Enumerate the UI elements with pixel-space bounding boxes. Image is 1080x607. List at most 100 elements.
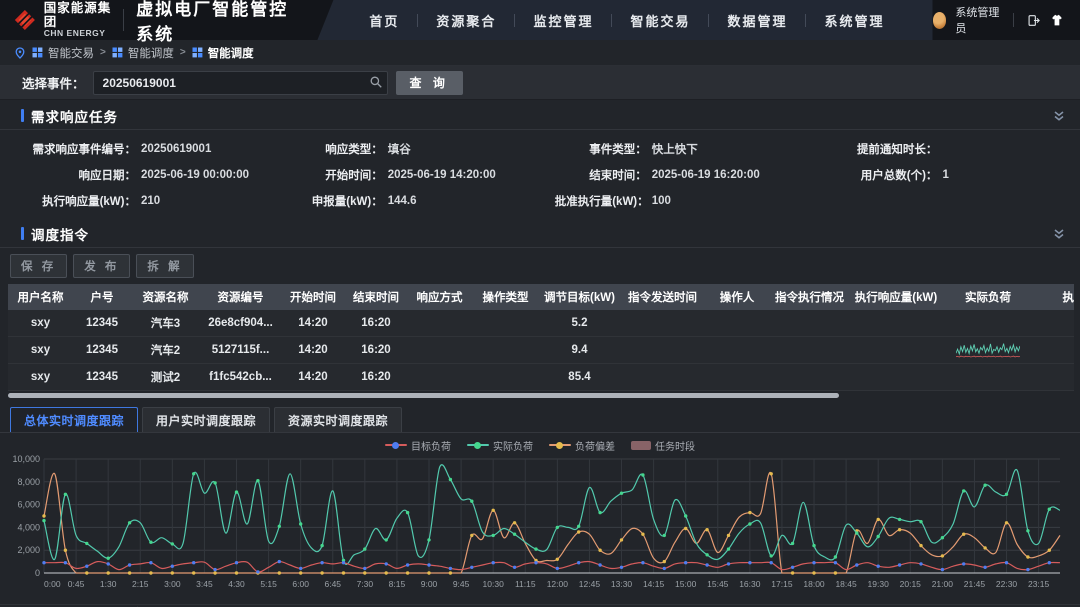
series-marker	[941, 568, 944, 571]
series-marker	[427, 571, 430, 574]
nav-item-6[interactable]: 系统管理	[806, 11, 902, 30]
nav-item-3[interactable]: 监控管理	[515, 11, 611, 30]
series-marker	[128, 571, 131, 574]
series-marker	[235, 490, 238, 493]
series-marker	[64, 493, 67, 496]
series-marker	[171, 542, 174, 545]
grid-icon	[32, 47, 43, 58]
app-title: 虚拟电厂智能管控系统	[136, 0, 299, 45]
grid-icon	[112, 47, 123, 58]
legend-item[interactable]: 任务时段	[631, 438, 695, 453]
table-row[interactable]: sxy12345汽车326e8cf904...14:2016:205.2	[8, 310, 1074, 337]
demand-field: 响应日期：2025-06-19 00:00:00	[8, 162, 287, 188]
collapse-demand-icon[interactable]	[1052, 109, 1066, 123]
series-marker	[748, 522, 751, 525]
series-marker	[812, 561, 815, 564]
x-axis-tick: 13:30	[611, 579, 633, 589]
legend-item[interactable]: 负荷偏差	[549, 438, 615, 453]
x-axis-tick: 14:15	[643, 579, 665, 589]
tab-tracking-2[interactable]: 用户实时调度跟踪	[142, 407, 270, 432]
series-marker	[663, 534, 666, 537]
demand-section-title: 需求响应任务	[31, 106, 118, 126]
series-marker	[598, 511, 601, 514]
series-marker	[620, 538, 623, 541]
decompose-button[interactable]: 拆 解	[136, 254, 193, 278]
table-cell: 测试2	[131, 364, 200, 390]
collapse-dispatch-icon[interactable]	[1052, 227, 1066, 241]
tracking-chart-panel: 目标负荷实际负荷负荷偏差任务时段 02,0004,0006,0008,00010…	[0, 433, 1080, 604]
series-marker	[1048, 549, 1051, 552]
table-row[interactable]: sxy12345汽车25127115f...14:2016:209.4	[8, 337, 1074, 364]
series-marker	[684, 561, 687, 564]
column-header: 调节目标(kW)	[539, 284, 620, 310]
legend-band-swatch	[631, 441, 651, 450]
user-name[interactable]: 系统管理员	[955, 4, 1000, 36]
save-button[interactable]: 保 存	[10, 254, 67, 278]
table-row[interactable]: sxy12345测试2f1fc542cb...14:2016:2085.4	[8, 364, 1074, 391]
table-cell	[769, 337, 850, 363]
legend-item[interactable]: 目标负荷	[385, 438, 451, 453]
y-axis-tick: 8,000	[17, 477, 40, 487]
nav-item-2[interactable]: 资源聚合	[418, 11, 514, 30]
series-marker	[213, 568, 216, 571]
table-cell	[705, 310, 769, 336]
brand: 国家能源集团 CHN ENERGY 虚拟电厂智能管控系统	[0, 0, 299, 45]
logout-icon[interactable]	[1027, 12, 1041, 29]
table-cell: 14:20	[281, 337, 345, 363]
series-marker	[213, 481, 216, 484]
nav-item-5[interactable]: 数据管理	[709, 11, 805, 30]
table-cell: 85.4	[539, 364, 620, 390]
section-accent-bar	[21, 109, 24, 122]
series-marker	[320, 571, 323, 574]
event-id-input[interactable]	[93, 71, 388, 95]
series-marker	[1048, 508, 1051, 511]
avatar[interactable]	[933, 12, 947, 29]
field-value: 2025-06-19 14:20:00	[388, 169, 496, 181]
query-button[interactable]: 查 询	[396, 71, 463, 95]
series-marker	[235, 561, 238, 564]
series-marker	[812, 571, 815, 574]
publish-button[interactable]: 发 布	[73, 254, 130, 278]
demand-field: 执行响应量(kW)：210	[8, 188, 287, 214]
series-marker	[941, 554, 944, 557]
table-cell	[769, 310, 850, 336]
series-marker	[663, 560, 666, 563]
legend-dot	[556, 442, 563, 449]
field-value: 100	[652, 195, 671, 207]
series-marker	[983, 566, 986, 569]
breadcrumb-item-3[interactable]: 智能调度	[192, 45, 254, 61]
series-marker	[42, 514, 45, 517]
tracking-tabs: 总体实时调度跟踪用户实时调度跟踪资源实时调度跟踪	[0, 400, 1080, 433]
field-label: 执行响应量(kW)：	[8, 193, 136, 209]
table-cell: sxy	[8, 364, 73, 390]
field-label: 响应日期：	[8, 167, 136, 183]
demand-field: 事件类型：快上快下	[555, 136, 834, 162]
nav-item-4[interactable]: 智能交易	[612, 11, 708, 30]
series-marker	[577, 530, 580, 533]
theme-shirt-icon[interactable]	[1050, 12, 1064, 29]
field-value: 填谷	[388, 141, 411, 157]
header-divider	[1013, 13, 1014, 27]
series-marker	[598, 563, 601, 566]
x-axis-tick: 15:00	[675, 579, 697, 589]
tab-tracking-3[interactable]: 资源实时调度跟踪	[274, 407, 402, 432]
series-marker	[492, 509, 495, 512]
breadcrumb-separator: >	[100, 47, 106, 58]
series-marker	[598, 549, 601, 552]
table-hscrollbar-thumb[interactable]	[8, 393, 839, 398]
column-header: 开始时间	[281, 284, 345, 310]
series-marker	[620, 492, 623, 495]
tab-tracking-1[interactable]: 总体实时调度跟踪	[10, 407, 138, 432]
breadcrumb-item-1[interactable]: 智能交易	[32, 45, 94, 61]
series-marker	[385, 538, 388, 541]
breadcrumb-item-2[interactable]: 智能调度	[112, 45, 174, 61]
demand-field: 批准执行量(kW)：100	[555, 188, 834, 214]
series-marker	[171, 565, 174, 568]
table-cell: 12345	[73, 310, 131, 336]
series-marker	[513, 521, 516, 524]
nav-item-1[interactable]: 首页	[351, 11, 417, 30]
legend-item[interactable]: 实际负荷	[467, 438, 533, 453]
field-label: 用户总数(个)：	[833, 167, 937, 183]
series-marker	[149, 571, 152, 574]
search-icon[interactable]	[369, 75, 383, 89]
